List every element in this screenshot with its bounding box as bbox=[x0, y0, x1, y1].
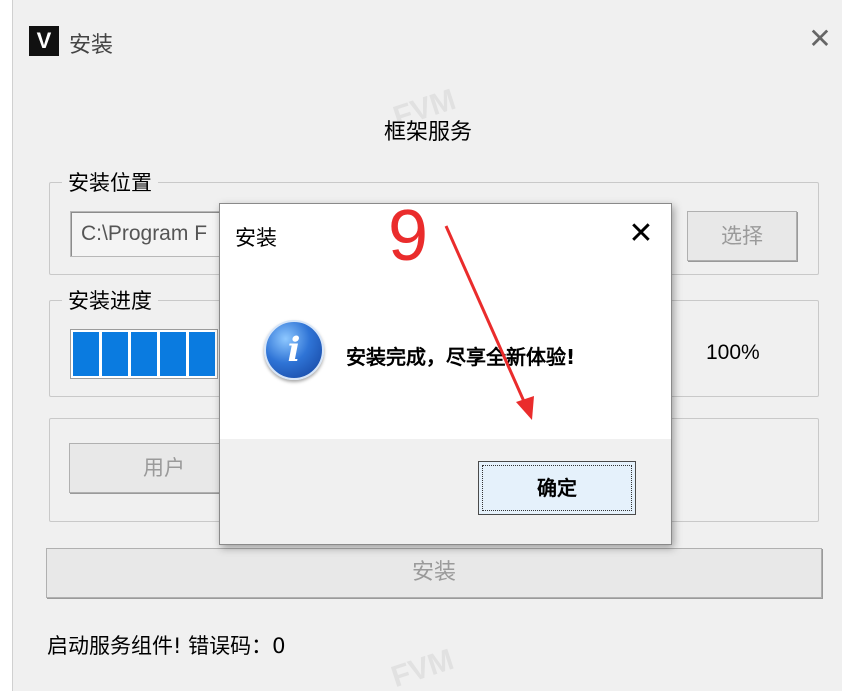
install-complete-dialog: 安装 ✕ i 安装完成，尽享全新体验! 确定 bbox=[219, 203, 672, 545]
install-location-label: 安装位置 bbox=[62, 167, 158, 197]
progress-bar bbox=[70, 329, 218, 379]
watermark: FVM bbox=[387, 643, 458, 695]
progress-segment bbox=[73, 332, 99, 376]
progress-segment bbox=[160, 332, 186, 376]
dialog-message: 安装完成，尽享全新体验! bbox=[346, 345, 576, 369]
page-title: 框架服务 bbox=[383, 120, 472, 145]
choose-button[interactable]: 选择 bbox=[687, 211, 797, 261]
install-progress-label: 安装进度 bbox=[62, 285, 158, 315]
progress-segment bbox=[189, 332, 215, 376]
app-logo-icon: V bbox=[29, 26, 59, 56]
dialog-title: 安装 bbox=[235, 226, 277, 250]
title-bar: V 安装 ✕ bbox=[13, 0, 842, 78]
status-text: 启动服务组件! 错误码：0 bbox=[47, 634, 286, 658]
annotation-number: 9 bbox=[388, 196, 429, 276]
close-icon[interactable]: ✕ bbox=[803, 22, 837, 56]
progress-segment bbox=[102, 332, 128, 376]
install-button[interactable]: 安装 bbox=[46, 548, 822, 598]
info-icon: i bbox=[264, 320, 324, 380]
window-title: 安装 bbox=[69, 33, 114, 58]
dialog-close-icon[interactable]: ✕ bbox=[623, 216, 659, 252]
ok-button[interactable]: 确定 bbox=[478, 461, 636, 515]
progress-percent: 100% bbox=[706, 341, 760, 364]
progress-segment bbox=[131, 332, 157, 376]
